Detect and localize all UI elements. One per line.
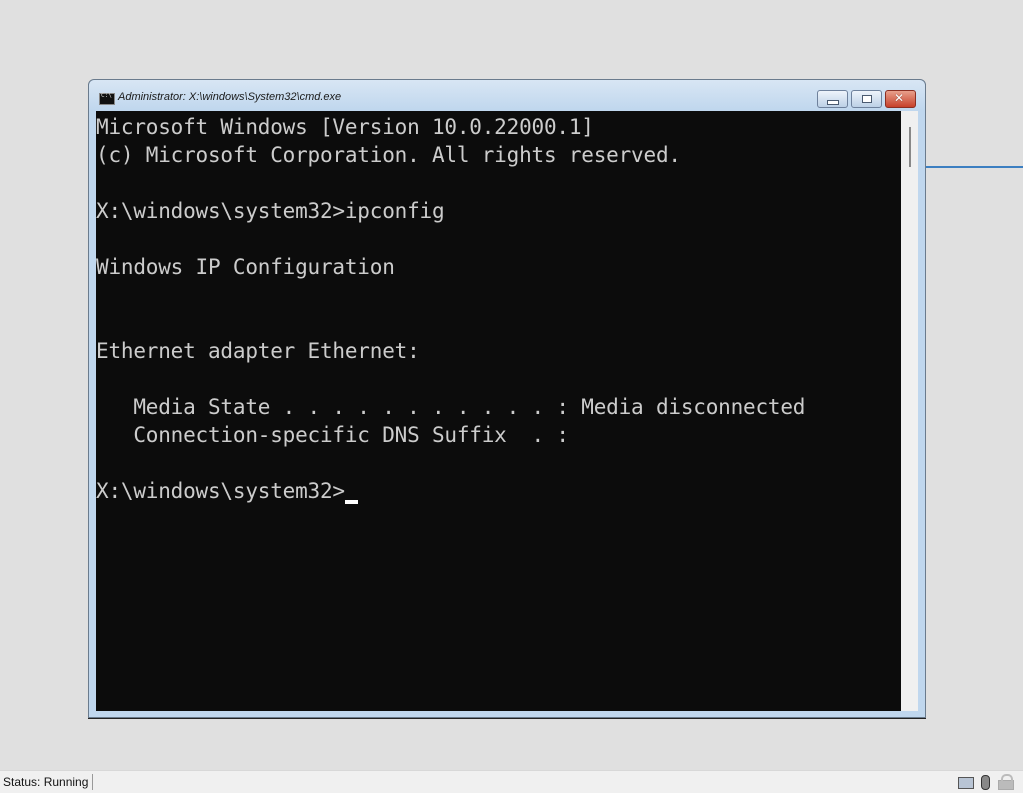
background-line (926, 166, 1023, 168)
window-title: Administrator: X:\windows\System32\cmd.e… (118, 91, 342, 103)
close-button[interactable]: ✕ (885, 90, 916, 108)
maximize-icon (862, 95, 872, 103)
scrollbar-thumb[interactable] (909, 127, 911, 167)
keyboard-icon[interactable] (958, 777, 974, 789)
status-separator (92, 774, 93, 790)
minimize-button[interactable] (817, 90, 848, 108)
console-text: Microsoft Windows [Version 10.0.22000.1]… (96, 115, 806, 504)
cmd-app-icon[interactable] (99, 92, 115, 105)
close-icon: ✕ (894, 91, 905, 105)
status-bar: Status: Running (0, 770, 1023, 793)
command-prompt: X:\windows\system32> (96, 479, 345, 503)
title-bar[interactable]: Administrator: X:\windows\System32\cmd.e… (89, 80, 925, 110)
minimize-icon (827, 100, 839, 105)
maximize-button[interactable] (851, 90, 882, 108)
text-cursor (344, 500, 358, 504)
cmd-window[interactable]: Administrator: X:\windows\System32\cmd.e… (88, 79, 926, 718)
status-text: Status: Running (3, 775, 89, 789)
console-output[interactable]: Microsoft Windows [Version 10.0.22000.1]… (96, 111, 901, 711)
mouse-icon[interactable] (981, 775, 990, 790)
vertical-scrollbar[interactable] (901, 111, 918, 711)
lock-icon[interactable] (998, 774, 1014, 790)
